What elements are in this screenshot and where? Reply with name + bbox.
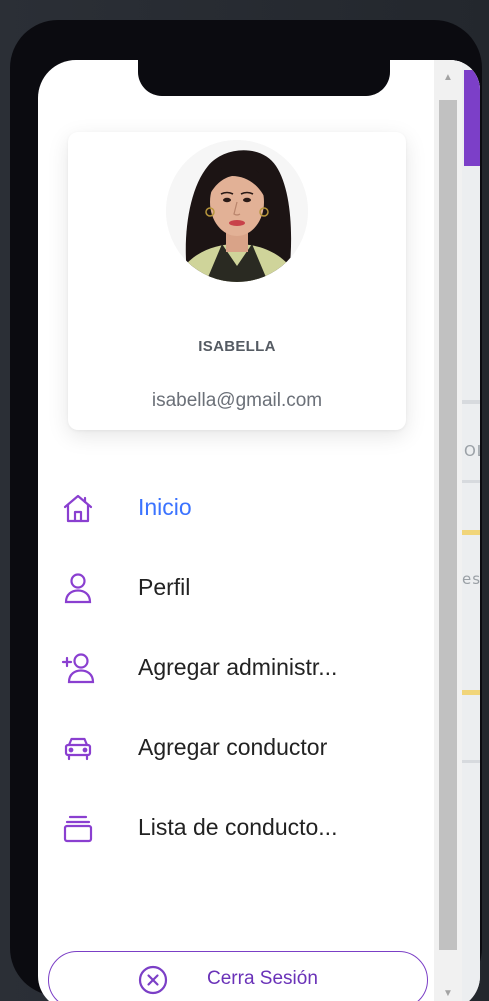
drawer-scrollbar[interactable]: ▲ ▼ bbox=[434, 60, 462, 1001]
phone-notch bbox=[138, 60, 390, 96]
phone-frame: OL es ▲ ▼ bbox=[10, 20, 482, 1001]
add-user-icon bbox=[60, 650, 96, 686]
map-label: es bbox=[462, 570, 480, 588]
header-accent-strip bbox=[464, 70, 480, 166]
car-icon bbox=[60, 730, 96, 766]
close-circle-icon bbox=[137, 964, 169, 996]
menu-item-inicio[interactable]: Inicio bbox=[60, 472, 420, 552]
drawer-menu: Inicio Perfil Agregar administr... Agreg… bbox=[60, 472, 420, 872]
menu-label-inicio: Inicio bbox=[138, 494, 192, 520]
profile-card: ISABELLA isabella@gmail.com bbox=[68, 132, 406, 430]
menu-item-agregar-conductor[interactable]: Agregar conductor bbox=[60, 712, 420, 792]
menu-label-agregar-conductor: Agregar conductor bbox=[138, 734, 328, 760]
avatar[interactable] bbox=[166, 140, 308, 282]
scroll-down-arrow-icon[interactable]: ▼ bbox=[434, 982, 462, 1001]
app-stage: OL es ▲ ▼ bbox=[0, 0, 489, 1001]
user-name: ISABELLA bbox=[198, 338, 276, 355]
user-icon bbox=[60, 570, 96, 606]
menu-item-lista-de-conductores[interactable]: Lista de conducto... bbox=[60, 792, 420, 872]
menu-item-agregar-administrador[interactable]: Agregar administr... bbox=[60, 632, 420, 712]
user-email: isabella@gmail.com bbox=[151, 390, 323, 411]
menu-item-perfil[interactable]: Perfil bbox=[60, 552, 420, 632]
drawer-screen: OL es ▲ ▼ bbox=[38, 60, 480, 1001]
home-icon bbox=[60, 490, 96, 526]
scroll-up-arrow-icon[interactable]: ▲ bbox=[434, 66, 462, 90]
menu-label-lista-de-conductores: Lista de conducto... bbox=[138, 814, 338, 840]
map-label: OL bbox=[464, 442, 480, 460]
scrollbar-thumb[interactable] bbox=[439, 100, 457, 950]
logout-button[interactable]: Cerra Sesión bbox=[48, 951, 428, 1001]
avatar-photo bbox=[166, 140, 308, 282]
logout-label: Cerra Sesión bbox=[207, 968, 318, 989]
menu-label-agregar-administrador: Agregar administr... bbox=[138, 654, 338, 680]
menu-label-perfil: Perfil bbox=[138, 574, 191, 600]
stack-icon bbox=[60, 810, 96, 846]
